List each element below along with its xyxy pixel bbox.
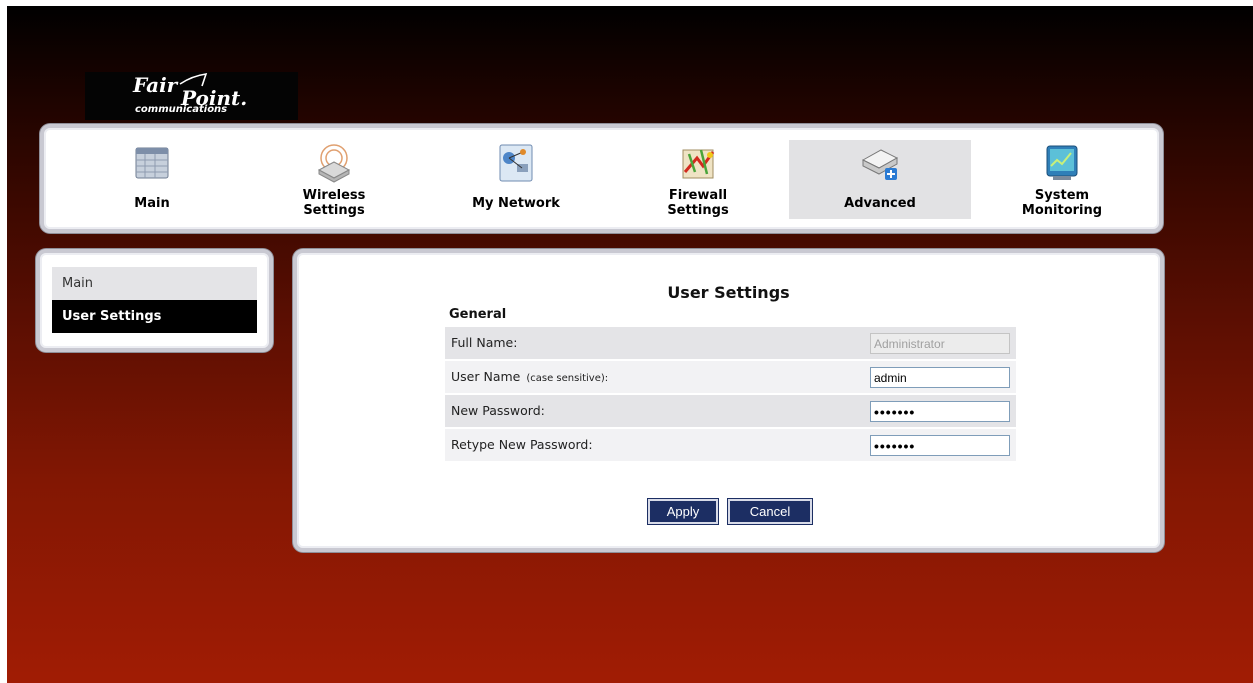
nav-label-advanced: Advanced	[844, 196, 916, 211]
logo-text-fair: Fair	[133, 73, 178, 97]
cancel-button[interactable]: Cancel	[728, 499, 812, 524]
sidebar-item-user-settings[interactable]: User Settings	[52, 300, 257, 333]
nav-item-wireless-settings[interactable]: Wireless Settings	[243, 140, 425, 219]
content-panel: User Settings General Full Name: User Na…	[293, 249, 1164, 552]
new-password-field[interactable]	[870, 401, 1010, 422]
firewall-icon	[682, 149, 715, 179]
retype-password-label: Retype New Password:	[451, 437, 593, 452]
full-name-field	[870, 333, 1010, 354]
full-name-label: Full Name:	[451, 335, 518, 350]
form-row-retype-password: Retype New Password:	[445, 429, 1016, 463]
nav-label-main: Main	[134, 196, 170, 211]
apply-button[interactable]: Apply	[648, 499, 718, 524]
form-row-user-name: User Name (case sensitive):	[445, 361, 1016, 395]
section-title: General	[449, 307, 507, 322]
sidebar-item-main[interactable]: Main	[52, 267, 257, 300]
sidebar: Main User Settings	[36, 249, 273, 352]
top-navigation-bar: Main Wireless Settings My Network Firewa…	[40, 124, 1163, 233]
logo-text-communications: communications	[135, 104, 228, 115]
nav-label-wireless-settings: Wireless Settings	[302, 188, 366, 218]
nav-label-system-monitoring: System Monitoring	[1021, 188, 1103, 218]
advanced-scanner-icon	[861, 149, 899, 180]
nav-label-firewall-settings: Firewall Settings	[667, 188, 729, 218]
nav-item-system-monitoring[interactable]: System Monitoring	[971, 140, 1153, 219]
user-settings-form: Full Name: User Name (case sensitive): Ne…	[445, 327, 1016, 463]
nav-label-my-network: My Network	[472, 196, 560, 211]
page-background: Fair Point. communications Main Wireless…	[7, 6, 1253, 683]
wireless-router-icon	[317, 144, 351, 183]
monitor-icon	[1046, 145, 1078, 180]
nav-item-main[interactable]: Main	[61, 140, 243, 219]
network-map-icon	[499, 144, 533, 182]
fairpoint-logo: Fair Point. communications	[85, 72, 298, 120]
nav-item-firewall-settings[interactable]: Firewall Settings	[607, 140, 789, 219]
user-name-field[interactable]	[870, 367, 1010, 388]
form-row-new-password: New Password:	[445, 395, 1016, 429]
nav-item-advanced[interactable]: Advanced	[789, 140, 971, 219]
page-title: User Settings	[667, 283, 790, 302]
case-sensitive-note: (case sensitive):	[526, 373, 609, 384]
user-name-label: User Name (case sensitive):	[451, 361, 608, 395]
retype-password-field[interactable]	[870, 435, 1010, 456]
table-icon	[135, 147, 169, 179]
user-name-label-text: User Name	[451, 369, 521, 384]
form-row-full-name: Full Name:	[445, 327, 1016, 361]
nav-item-my-network[interactable]: My Network	[425, 140, 607, 219]
new-password-label: New Password:	[451, 403, 545, 418]
